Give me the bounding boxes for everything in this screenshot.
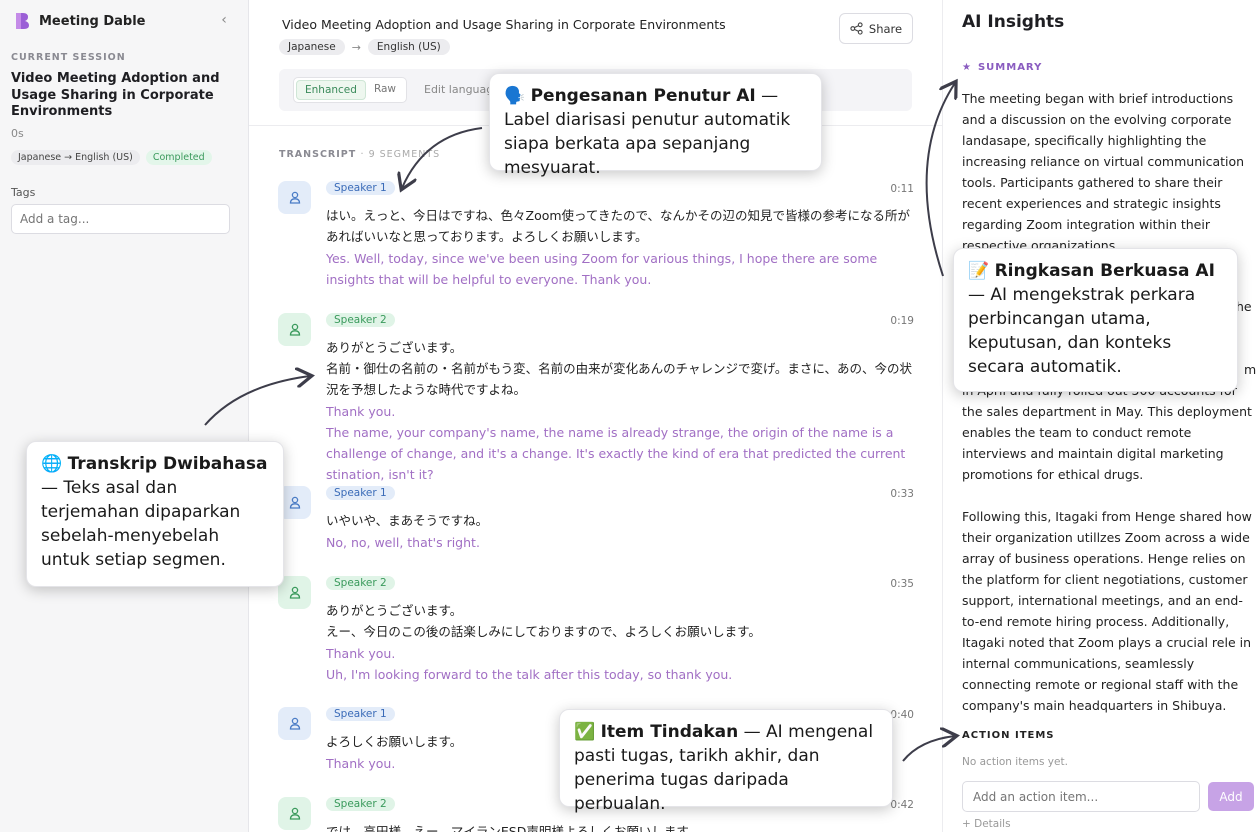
- speaker-label[interactable]: Speaker 2: [326, 797, 395, 811]
- ai-insights-panel: AI Insights ★ SUMMARY The meeting began …: [942, 0, 1260, 832]
- brand[interactable]: Meeting Dable: [14, 12, 145, 30]
- edit-language-button[interactable]: Edit languag: [424, 83, 493, 96]
- user-icon: [289, 323, 300, 336]
- sidebar: Meeting Dable ‹ CURRENT SESSION Video Me…: [0, 0, 249, 832]
- action-items-label: ACTION ITEMS: [962, 730, 1055, 741]
- brand-logo-icon: [16, 13, 29, 29]
- details-link[interactable]: + Details: [962, 818, 1011, 830]
- star-icon: ★: [962, 62, 972, 73]
- timestamp[interactable]: 0:11: [890, 183, 914, 195]
- transcript-segment[interactable]: Speaker 2 0:35 ありがとうございます。 えー、今日のこの後の話楽し…: [278, 576, 914, 686]
- check-emoji-icon: ✅: [574, 722, 596, 742]
- brand-name: Meeting Dable: [39, 13, 146, 29]
- mode-raw-button[interactable]: Raw: [366, 80, 404, 100]
- language-badge: Japanese → English (US): [11, 150, 140, 165]
- tags-label: Tags: [11, 186, 36, 199]
- callout-title: Ringkasan Berkuasa AI: [994, 261, 1215, 281]
- share-button[interactable]: Share: [839, 13, 913, 44]
- callout-ai-summary: 📝 Ringkasan Berkuasa AI — AI mengekstrak…: [953, 248, 1238, 392]
- language-pair: Japanese → English (US): [279, 39, 450, 55]
- timestamp[interactable]: 0:42: [890, 799, 914, 811]
- user-icon: [289, 191, 300, 204]
- speaker-label[interactable]: Speaker 2: [326, 313, 395, 327]
- speaker-avatar: [278, 313, 311, 346]
- speaker-avatar: [278, 181, 311, 214]
- share-label: Share: [868, 21, 903, 36]
- transcript-segment[interactable]: Speaker 1 0:33 いやいや、まあそうですね。 No, no, wel…: [278, 486, 914, 556]
- callout-speaker-detection: 🗣️ Pengesanan Penutur AI — Label diarisa…: [489, 73, 822, 178]
- callout-text: — Teks asal dan terjemahan dipaparkan se…: [41, 478, 241, 570]
- summary-fragment: m: [1244, 362, 1257, 377]
- translated-text: Thank you. The name, your company's name…: [326, 404, 906, 482]
- callout-bilingual-transcript: 🌐 Transkrip Dwibahasa — Teks asal dan te…: [26, 441, 284, 587]
- speaker-label[interactable]: Speaker 1: [326, 181, 395, 195]
- segment-count: · 9 SEGMENTS: [360, 149, 441, 160]
- arrow-right-icon: →: [351, 40, 361, 54]
- speaker-label[interactable]: Speaker 2: [326, 576, 395, 590]
- translated-text: Thank you. Uh, I'm looking forward to th…: [326, 646, 733, 682]
- user-icon: [289, 807, 300, 820]
- timestamp[interactable]: 0:19: [890, 315, 914, 327]
- target-language-chip[interactable]: English (US): [367, 39, 450, 55]
- collapse-sidebar-icon[interactable]: ‹: [216, 12, 232, 28]
- summary-label-text: SUMMARY: [977, 62, 1043, 73]
- transcript-segment[interactable]: Speaker 1 0:11 はい。えっと、今日はですね、色々Zoom使ってきた…: [278, 181, 914, 296]
- original-text: いやいや、まあそうですね。: [326, 513, 489, 528]
- insights-title: AI Insights: [962, 12, 1065, 32]
- summary-fragment: he: [1236, 299, 1252, 314]
- original-text: はい。えっと、今日はですね、色々Zoom使ってきたので、なんかその辺の知見で皆様…: [326, 208, 911, 244]
- globe-emoji-icon: 🌐: [41, 454, 63, 474]
- status-badge: Completed: [145, 150, 212, 165]
- user-icon: [289, 586, 300, 599]
- user-icon: [289, 717, 300, 730]
- translated-text: No, no, well, that's right.: [326, 535, 480, 550]
- session-duration: 0s: [11, 127, 24, 140]
- callout-text: — AI mengekstrak perkara perbincangan ut…: [968, 285, 1196, 377]
- tag-input[interactable]: [11, 204, 230, 234]
- session-title: Video Meeting Adoption and Usage Sharing…: [11, 71, 220, 119]
- timestamp[interactable]: 0:35: [890, 578, 914, 590]
- summary-paragraph: The meeting began with brief introductio…: [962, 91, 1245, 253]
- action-item-input[interactable]: [962, 781, 1200, 812]
- speaker-label[interactable]: Speaker 1: [326, 486, 395, 500]
- transcript-title: TRANSCRIPT: [279, 149, 357, 160]
- mode-enhanced-button[interactable]: Enhanced: [296, 80, 366, 100]
- original-text: ありがとうございます。 えー、今日のこの後の話楽しみにしておりますので、よろしく…: [326, 603, 761, 639]
- transcript-segment[interactable]: Speaker 2 0:19 ありがとうございます。 名前・御仕の名前の・名前が…: [278, 313, 914, 482]
- callout-action-items: ✅ Item Tindakan — AI mengenal pasti tuga…: [559, 709, 893, 814]
- share-icon: [850, 22, 863, 35]
- mode-toggle: Enhanced Raw: [293, 77, 408, 103]
- original-text: ありがとうございます。 名前・御仕の名前の・名前がもう変、名前の由来が変化あんの…: [326, 340, 913, 397]
- summary-paragraph: Following this, Itagaki from Henge share…: [962, 509, 1252, 713]
- timestamp[interactable]: 0:40: [890, 709, 914, 721]
- callout-title: Item Tindakan: [600, 722, 739, 742]
- meeting-title: Video Meeting Adoption and Usage Sharing…: [282, 17, 726, 32]
- translated-text: Yes. Well, today, since we've been using…: [326, 251, 878, 287]
- summary-paragraph: in April and fully rolled out 500 accoun…: [962, 383, 1252, 482]
- speaker-avatar: [278, 707, 311, 740]
- summary-label: ★ SUMMARY: [962, 62, 1042, 73]
- transcript-label: TRANSCRIPT · 9 SEGMENTS: [279, 149, 440, 160]
- callout-title: Transkrip Dwibahasa: [67, 454, 268, 474]
- callout-title: Pengesanan Penutur AI: [530, 86, 756, 106]
- original-text: では、高田様、えー、マイランESD声明様よろしくお願いします。: [326, 824, 701, 832]
- speaker-avatar: [278, 797, 311, 830]
- user-icon: [289, 496, 300, 509]
- session-badges: Japanese → English (US) Completed: [11, 150, 212, 165]
- memo-emoji-icon: 📝: [968, 261, 990, 281]
- speaker-label[interactable]: Speaker 1: [326, 707, 395, 721]
- source-language-chip[interactable]: Japanese: [279, 39, 345, 55]
- add-action-button[interactable]: Add: [1208, 782, 1254, 811]
- section-label: CURRENT SESSION: [11, 52, 126, 63]
- speaker-emoji-icon: 🗣️: [504, 86, 526, 106]
- no-action-items-text: No action items yet.: [962, 756, 1068, 768]
- timestamp[interactable]: 0:33: [890, 488, 914, 500]
